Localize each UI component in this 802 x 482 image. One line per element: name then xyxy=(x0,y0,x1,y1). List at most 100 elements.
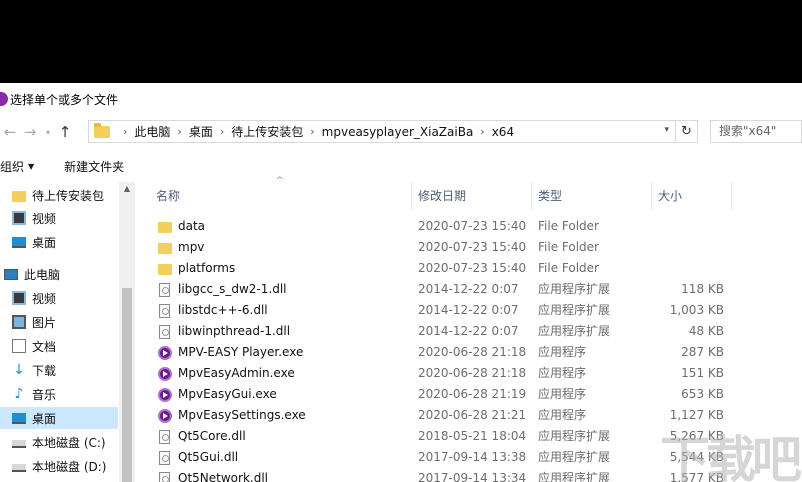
video-icon xyxy=(12,211,26,225)
file-name-cell[interactable]: MPV-EASY Player.exe xyxy=(158,342,303,363)
breadcrumb-upload-folder[interactable]: 待上传安装包 xyxy=(231,123,303,140)
file-name: platforms xyxy=(178,261,236,275)
sidebar-item-downloads[interactable]: ↓ 下载 xyxy=(12,359,130,381)
file-name-cell[interactable]: libstdc++-6.dll xyxy=(158,300,268,321)
file-name-cell[interactable]: MpvEasyGui.exe xyxy=(158,384,277,405)
organize-button[interactable]: 组织 xyxy=(0,158,24,175)
sidebar-item-videos[interactable]: 视频 xyxy=(12,207,130,229)
chevron-right-icon[interactable]: › xyxy=(177,125,181,138)
dll-file-icon xyxy=(159,282,170,297)
disk-icon xyxy=(12,464,26,472)
file-date: 2014-12-22 0:07 xyxy=(418,324,519,338)
file-type: 应用程序 xyxy=(538,387,587,401)
file-size: 1,003 KB xyxy=(669,303,724,317)
file-date: 2020-06-28 21:19 xyxy=(418,387,527,401)
documents-icon xyxy=(12,339,26,353)
exe-file-icon xyxy=(158,366,172,381)
dll-file-icon xyxy=(159,429,170,444)
chevron-right-icon[interactable]: › xyxy=(310,125,314,138)
file-type: 应用程序 xyxy=(538,366,587,380)
file-name-cell[interactable]: mpv xyxy=(158,237,204,258)
recent-locations-chevron-icon[interactable]: ▾ xyxy=(46,128,50,137)
column-date[interactable]: 修改日期 xyxy=(412,182,532,210)
file-date: 2020-07-23 15:40 xyxy=(418,219,527,233)
column-name[interactable]: 名称 xyxy=(150,182,412,210)
sidebar-item-upload-folder[interactable]: 待上传安装包 xyxy=(12,184,130,206)
sidebar-item-disk-d[interactable]: 本地磁盘 (D:) xyxy=(12,455,130,477)
file-name: MpvEasySettings.exe xyxy=(178,408,306,422)
file-type: 应用程序 xyxy=(538,345,587,359)
download-icon: ↓ xyxy=(13,362,25,378)
sidebar-item-desktop[interactable]: 桌面 xyxy=(12,231,130,253)
scroll-up-arrow-icon[interactable]: ▲ xyxy=(119,184,135,193)
file-size xyxy=(656,216,724,237)
file-name: libgcc_s_dw2-1.dll xyxy=(178,282,287,296)
file-name-cell[interactable]: MpvEasyAdmin.exe xyxy=(158,363,295,384)
file-name-cell[interactable]: libwinpthread-1.dll xyxy=(158,321,290,342)
refresh-icon[interactable]: ↻ xyxy=(675,121,697,142)
chevron-right-icon[interactable]: › xyxy=(220,125,224,138)
search-input[interactable]: 搜索"x64" xyxy=(710,120,802,143)
table-row[interactable]: data 2020-07-23 15:40 File Folder xyxy=(136,216,802,237)
computer-icon xyxy=(4,268,18,280)
table-row[interactable]: libstdc++-6.dll 2014-12-22 0:07 应用程序扩展 1,00… xyxy=(136,300,802,321)
file-date: 2020-07-23 15:40 xyxy=(418,240,527,254)
up-arrow-icon[interactable]: ↑ xyxy=(56,123,74,141)
chevron-down-icon[interactable]: ▾ xyxy=(664,125,669,135)
breadcrumb-this-pc[interactable]: 此电脑 xyxy=(134,123,170,140)
file-name: libwinpthread-1.dll xyxy=(178,324,291,338)
scrollbar-thumb[interactable] xyxy=(122,288,132,482)
window-title: 选择单个或多个文件 xyxy=(10,92,119,107)
chevron-down-icon[interactable]: ▼ xyxy=(28,162,34,171)
table-row[interactable]: MPV-EASY Player.exe 2020-06-28 21:18 应用程序 2… xyxy=(136,342,802,363)
file-size: 653 KB xyxy=(681,387,724,401)
folder-icon xyxy=(12,190,26,202)
column-header: ^ 名称 修改日期 类型 大小 xyxy=(136,176,802,210)
file-size: 287 KB xyxy=(681,345,724,359)
file-name-cell[interactable]: Qt5Gui.dll xyxy=(158,447,238,468)
table-row[interactable]: platforms 2020-07-23 15:40 File Folder xyxy=(136,258,802,279)
table-row[interactable]: mpv 2020-07-23 15:40 File Folder xyxy=(136,237,802,258)
back-arrow-icon[interactable]: ← xyxy=(0,123,20,141)
sidebar-scrollbar[interactable]: ▲ xyxy=(119,182,135,482)
table-row[interactable]: libwinpthread-1.dll 2014-12-22 0:07 应用程序扩展… xyxy=(136,321,802,342)
table-row[interactable]: libgcc_s_dw2-1.dll 2014-12-22 0:07 应用程序扩展 1… xyxy=(136,279,802,300)
sidebar-item-pictures[interactable]: 图片 xyxy=(12,311,130,333)
file-name-cell[interactable]: libgcc_s_dw2-1.dll xyxy=(158,279,286,300)
table-row[interactable]: MpvEasyGui.exe 2020-06-28 21:19 应用程序 653 KB xyxy=(136,384,802,405)
breadcrumb-desktop[interactable]: 桌面 xyxy=(189,123,213,140)
file-name: mpv xyxy=(178,240,205,254)
table-row[interactable]: MpvEasyAdmin.exe 2020-06-28 21:18 应用程序 151 … xyxy=(136,363,802,384)
file-name-cell[interactable]: Qt5Core.dll xyxy=(158,426,246,447)
file-date: 2017-09-14 13:34 xyxy=(418,471,527,482)
breadcrumb-x64[interactable]: x64 xyxy=(492,125,514,139)
sidebar-item-music[interactable]: ♪ 音乐 xyxy=(12,383,130,405)
sidebar-item-label: 本地磁盘 (D:) xyxy=(32,459,107,474)
file-date: 2014-12-22 0:07 xyxy=(418,303,519,317)
exe-file-icon xyxy=(158,345,172,360)
column-size[interactable]: 大小 xyxy=(652,182,732,210)
file-name-cell[interactable]: data xyxy=(158,216,205,237)
file-name-cell[interactable]: MpvEasySettings.exe xyxy=(158,405,306,426)
breadcrumb-mpveasyplayer[interactable]: mpveasyplayer_XiaZaiBa xyxy=(322,125,474,139)
address-bar[interactable]: › 此电脑 › 桌面 › 待上传安装包 › mpveasyplayer_XiaZ… xyxy=(88,120,698,143)
chevron-right-icon[interactable]: › xyxy=(123,125,127,138)
sidebar-item-this-pc[interactable]: 此电脑 xyxy=(4,263,122,285)
file-name-cell[interactable]: Qt5Network.dll xyxy=(158,468,268,482)
new-folder-button[interactable]: 新建文件夹 xyxy=(64,158,124,175)
file-name: Qt5Core.dll xyxy=(178,429,246,443)
watermark-logo: 下载吧 xyxy=(660,431,802,482)
file-name: MpvEasyGui.exe xyxy=(178,387,277,401)
dll-file-icon xyxy=(159,303,170,318)
sidebar-item-desktop-pc[interactable]: 桌面 xyxy=(0,407,118,429)
chevron-right-icon[interactable]: › xyxy=(480,125,484,138)
file-type: 应用程序扩展 xyxy=(538,450,611,464)
sidebar-item-documents[interactable]: 文档 xyxy=(12,335,130,357)
column-type[interactable]: 类型 xyxy=(532,182,652,210)
sidebar-item-disk-c[interactable]: 本地磁盘 (C:) xyxy=(12,431,130,453)
forward-arrow-icon[interactable]: → xyxy=(20,123,40,141)
sidebar-item-label: 待上传安装包 xyxy=(32,188,105,203)
file-name-cell[interactable]: platforms xyxy=(158,258,235,279)
sidebar-item-videos-pc[interactable]: 视频 xyxy=(12,287,130,309)
file-date: 2020-06-28 21:18 xyxy=(418,345,527,359)
